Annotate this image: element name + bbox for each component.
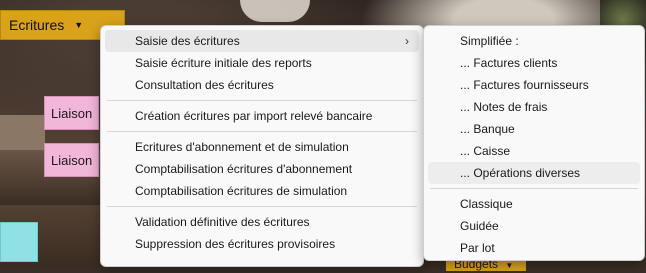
tile-button[interactable]: [0, 222, 38, 262]
submenu-item-classique[interactable]: Classique: [428, 193, 640, 215]
submenu-item-banque[interactable]: ... Banque: [428, 118, 640, 140]
caret-down-icon: ▼: [74, 20, 84, 30]
menu-item-validation[interactable]: Validation définitive des écritures: [105, 211, 419, 233]
submenu-item-caisse[interactable]: ... Caisse: [428, 140, 640, 162]
menu-item-saisie-ecritures[interactable]: Saisie des écritures ›: [105, 30, 419, 52]
liaison-label: Liaison: [51, 105, 93, 121]
menu-item-compta-simulation[interactable]: Comptabilisation écritures de simulation: [105, 180, 419, 202]
liaison-button[interactable]: Liaison: [44, 143, 99, 177]
ecritures-dropdown-menu: Saisie des écritures › Saisie écriture i…: [100, 25, 424, 267]
submenu-header: Simplifiée :: [460, 34, 519, 48]
menu-item-compta-abonnement[interactable]: Comptabilisation écritures d'abonnement: [105, 158, 419, 180]
menu-item-saisie-reports[interactable]: Saisie écriture initiale des reports: [105, 52, 419, 74]
ecritures-label: Ecritures: [9, 17, 65, 33]
liaison-label: Liaison: [51, 152, 93, 168]
menu-item-suppression[interactable]: Suppression des écritures provisoires: [105, 233, 419, 255]
menu-divider: [107, 100, 417, 101]
menu-divider: [107, 206, 417, 207]
caret-down-icon: ▼: [505, 261, 514, 270]
submenu-item-guidee[interactable]: Guidée: [428, 215, 640, 237]
chevron-right-icon: ›: [405, 34, 409, 48]
submenu-item-factures-fournisseurs[interactable]: ... Factures fournisseurs: [428, 74, 640, 96]
lamp-shape: [240, 0, 310, 22]
shelf-shape: [0, 115, 45, 155]
submenu-item-par-lot[interactable]: Par lot: [428, 237, 640, 259]
submenu-item-operations-diverses[interactable]: ... Opérations diverses: [428, 162, 640, 184]
menu-divider: [430, 188, 638, 189]
menu-item-import-releve[interactable]: Création écritures par import relevé ban…: [105, 105, 419, 127]
menu-divider: [107, 131, 417, 132]
submenu-item-notes-de-frais[interactable]: ... Notes de frais: [428, 96, 640, 118]
liaison-button[interactable]: Liaison: [44, 96, 99, 130]
menu-item-abonnement-simulation[interactable]: Ecritures d'abonnement et de simulation: [105, 136, 419, 158]
submenu-item-factures-clients[interactable]: ... Factures clients: [428, 52, 640, 74]
saisie-submenu: Simplifiée : ... Factures clients ... Fa…: [423, 25, 645, 261]
menu-item-consultation[interactable]: Consultation des écritures: [105, 74, 419, 96]
